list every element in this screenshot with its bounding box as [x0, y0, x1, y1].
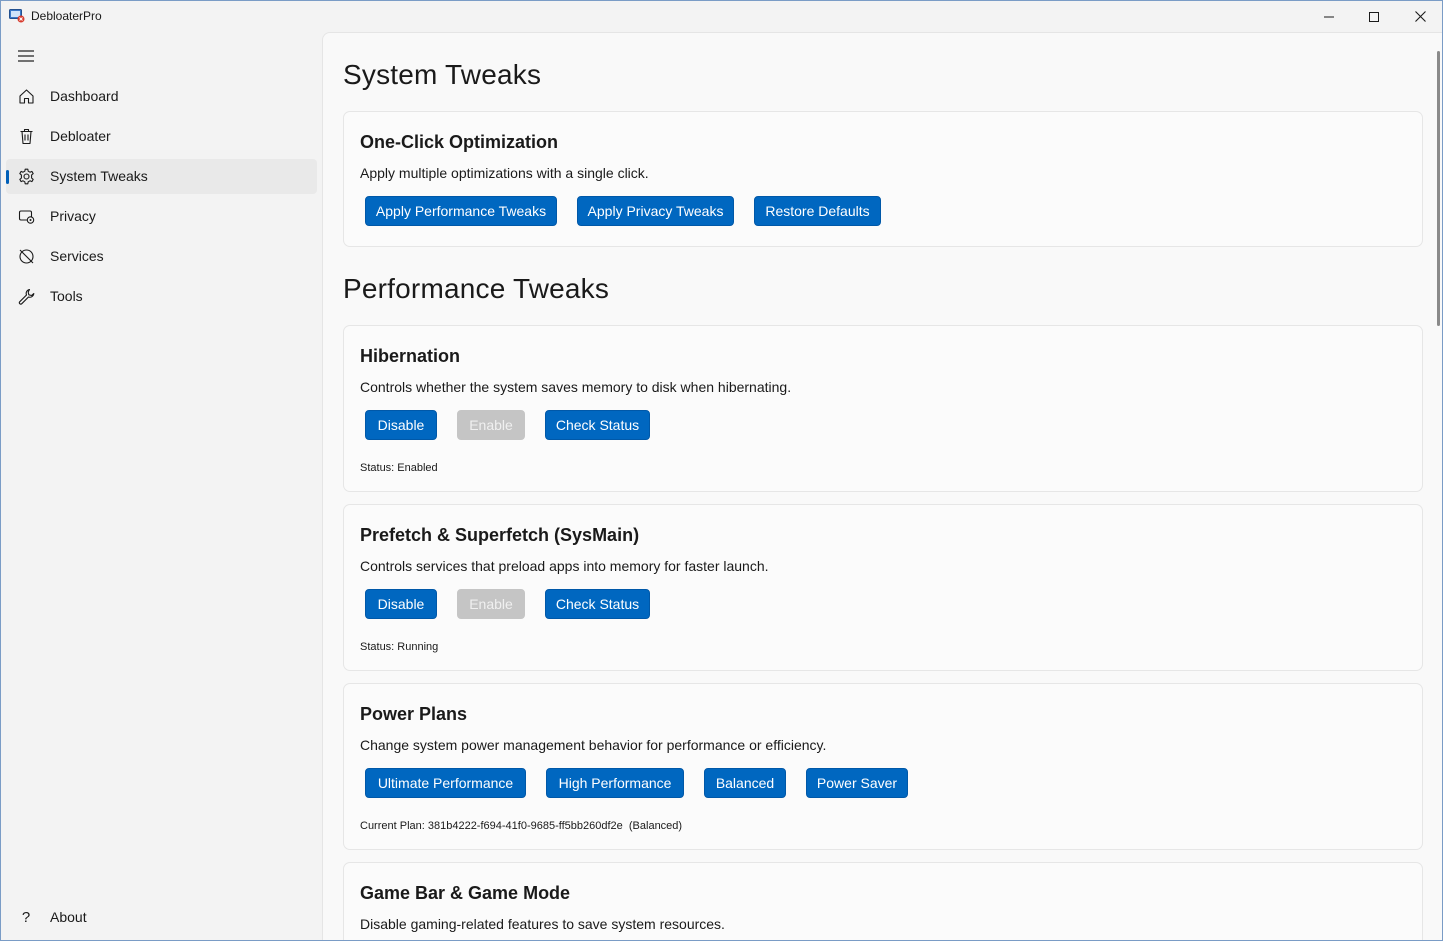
- status-text: Status: Enabled: [360, 462, 438, 474]
- privacy-icon: [17, 207, 35, 225]
- minimize-button[interactable]: [1306, 1, 1352, 32]
- vertical-scrollbar[interactable]: [1437, 51, 1440, 326]
- high-performance-button[interactable]: High Performance: [546, 768, 684, 798]
- sidebar-item-dashboard[interactable]: Dashboard: [6, 79, 317, 114]
- sidebar-item-label: Services: [50, 248, 104, 264]
- power-plans-card: Power Plans Change system power manageme…: [343, 683, 1423, 850]
- question-icon: ?: [21, 908, 31, 926]
- power-saver-button[interactable]: Power Saver: [806, 768, 908, 798]
- main-content: System Tweaks One-Click Optimization App…: [322, 32, 1442, 940]
- sidebar-item-label: About: [50, 909, 87, 925]
- sidebar-item-label: Debloater: [50, 128, 111, 144]
- hibernation-card: Hibernation Controls whether the system …: [343, 325, 1423, 492]
- page-title: System Tweaks: [343, 59, 542, 90]
- prefetch-check-status-button[interactable]: Check Status: [545, 589, 650, 619]
- sidebar-item-label: Privacy: [50, 208, 96, 224]
- ultimate-performance-button[interactable]: Ultimate Performance: [365, 768, 526, 798]
- hibernation-check-status-button[interactable]: Check Status: [545, 410, 650, 440]
- sidebar-item-label: System Tweaks: [50, 168, 148, 184]
- performance-tweaks-heading: Performance Tweaks: [343, 273, 610, 304]
- card-description: Disable gaming-related features to save …: [360, 916, 725, 932]
- sidebar-item-debloater[interactable]: Debloater: [6, 119, 317, 154]
- window-title: DebloaterPro: [31, 9, 102, 23]
- maximize-button[interactable]: [1351, 1, 1397, 32]
- sidebar-item-services[interactable]: Services: [6, 239, 317, 274]
- active-indicator: [6, 170, 9, 184]
- hamburger-menu-button[interactable]: [11, 42, 41, 70]
- card-description: Controls whether the system saves memory…: [360, 379, 792, 395]
- one-click-card: One-Click Optimization Apply multiple op…: [343, 111, 1423, 247]
- sidebar-item-label: Tools: [50, 288, 83, 304]
- balanced-button[interactable]: Balanced: [704, 768, 786, 798]
- sidebar: Dashboard Debloater System Tweaks Privac…: [1, 32, 322, 940]
- status-text: Status: Running: [360, 641, 439, 653]
- hibernation-disable-button[interactable]: Disable: [365, 410, 437, 440]
- sidebar-item-about[interactable]: ? About: [6, 900, 317, 935]
- restore-defaults-button[interactable]: Restore Defaults: [754, 196, 881, 226]
- hibernation-enable-button: Enable: [457, 410, 525, 440]
- sidebar-item-label: Dashboard: [50, 88, 119, 104]
- card-description: Change system power management behavior …: [360, 737, 827, 753]
- card-description: Controls services that preload apps into…: [360, 558, 769, 574]
- apply-performance-tweaks-button[interactable]: Apply Performance Tweaks: [365, 196, 557, 226]
- app-logo-icon: [9, 9, 25, 23]
- card-title: Game Bar & Game Mode: [360, 883, 571, 903]
- prefetch-enable-button: Enable: [457, 589, 525, 619]
- gear-icon: [17, 167, 35, 185]
- game-bar-card: Game Bar & Game Mode Disable gaming-rela…: [343, 862, 1423, 940]
- wrench-icon: [17, 287, 35, 305]
- sidebar-item-tools[interactable]: Tools: [6, 279, 317, 314]
- card-title: One-Click Optimization: [360, 132, 559, 152]
- card-title: Hibernation: [360, 346, 461, 366]
- card-title: Prefetch & Superfetch (SysMain): [360, 525, 640, 545]
- app-window: DebloaterPro Dashboard Debloater System …: [0, 0, 1443, 941]
- close-button[interactable]: [1397, 1, 1442, 32]
- trash-icon: [17, 127, 35, 145]
- current-plan-text: Current Plan: 381b4222-f694-41f0-9685-ff…: [360, 820, 683, 832]
- sidebar-item-privacy[interactable]: Privacy: [6, 199, 317, 234]
- title-bar: DebloaterPro: [1, 1, 1442, 32]
- home-icon: [17, 87, 35, 105]
- apply-privacy-tweaks-button[interactable]: Apply Privacy Tweaks: [577, 196, 734, 226]
- services-icon: [17, 247, 35, 265]
- card-description: Apply multiple optimizations with a sing…: [360, 165, 649, 181]
- card-title: Power Plans: [360, 704, 468, 724]
- prefetch-card: Prefetch & Superfetch (SysMain) Controls…: [343, 504, 1423, 671]
- prefetch-disable-button[interactable]: Disable: [365, 589, 437, 619]
- hamburger-icon: [18, 50, 34, 62]
- sidebar-item-system-tweaks[interactable]: System Tweaks: [6, 159, 317, 194]
